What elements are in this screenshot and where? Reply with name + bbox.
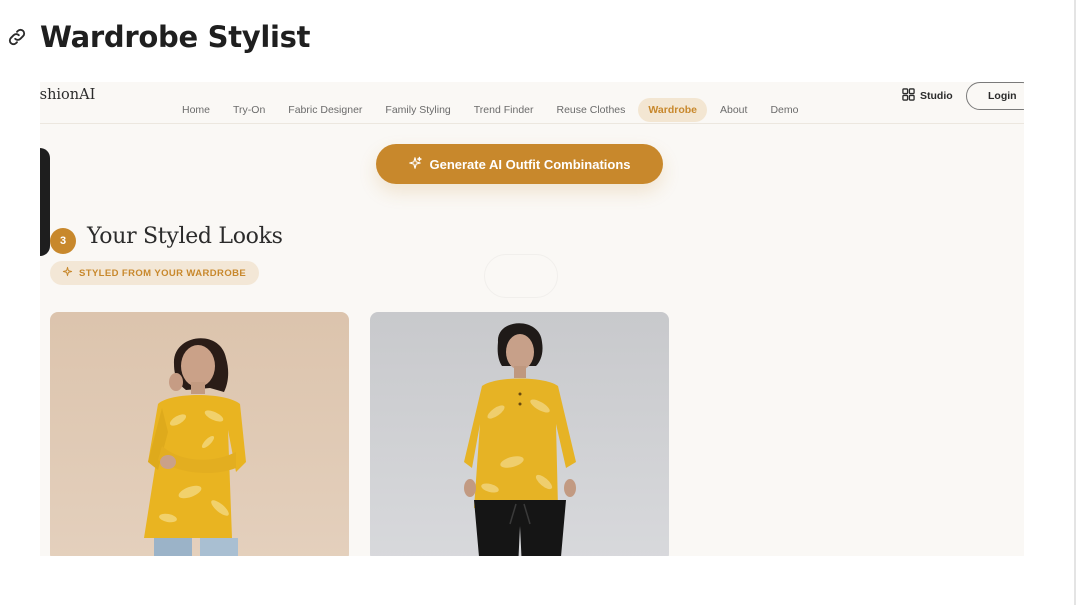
nav-link-wardrobe[interactable]: Wardrobe: [638, 98, 707, 122]
nav-link-reuse-clothes[interactable]: Reuse Clothes: [547, 98, 636, 122]
cta-label: Generate AI Outfit Combinations: [429, 156, 631, 172]
nav-links: Home Try-On Fabric Designer Family Styli…: [172, 82, 811, 122]
section-title: Your Styled Looks: [87, 224, 283, 249]
brand-logo[interactable]: ashionAI: [40, 87, 95, 103]
scrollbar-track[interactable]: [1074, 0, 1076, 605]
top-nav: ashionAI Home Try-On Fabric Designer Fam…: [40, 82, 1024, 124]
studio-label: Studio: [920, 90, 953, 102]
styled-badge: STYLED FROM YOUR WARDROBE: [50, 261, 260, 285]
link-icon[interactable]: [4, 24, 30, 50]
outfit-photo: [144, 338, 246, 556]
sparkle-icon: [62, 266, 73, 280]
look-card[interactable]: [370, 312, 669, 556]
login-label: Login: [988, 90, 1017, 102]
side-panel-edge: [40, 148, 50, 256]
loading-indicator: [484, 254, 558, 298]
styled-badge-label: STYLED FROM YOUR WARDROBE: [79, 267, 247, 279]
step-badge: 3: [50, 228, 76, 254]
nav-link-family-styling[interactable]: Family Styling: [375, 98, 460, 122]
look-card[interactable]: [50, 312, 349, 556]
doc-header: Wardrobe Stylist: [0, 14, 311, 60]
nav-link-home[interactable]: Home: [172, 98, 220, 122]
nav-link-about[interactable]: About: [710, 98, 757, 122]
grid-icon: [902, 88, 915, 104]
studio-button[interactable]: Studio: [902, 88, 953, 104]
sparkle-icon: [408, 156, 423, 173]
nav-link-try-on[interactable]: Try-On: [223, 98, 275, 122]
app-screenshot: ashionAI Home Try-On Fabric Designer Fam…: [40, 82, 1024, 556]
nav-link-fabric-designer[interactable]: Fabric Designer: [278, 98, 372, 122]
login-button[interactable]: Login: [966, 82, 1024, 110]
generate-outfits-button[interactable]: Generate AI Outfit Combinations: [376, 144, 663, 184]
nav-link-demo[interactable]: Demo: [760, 98, 808, 122]
outfit-photo: [464, 323, 576, 556]
nav-link-trend-finder[interactable]: Trend Finder: [464, 98, 544, 122]
page-title: Wardrobe Stylist: [40, 20, 311, 54]
